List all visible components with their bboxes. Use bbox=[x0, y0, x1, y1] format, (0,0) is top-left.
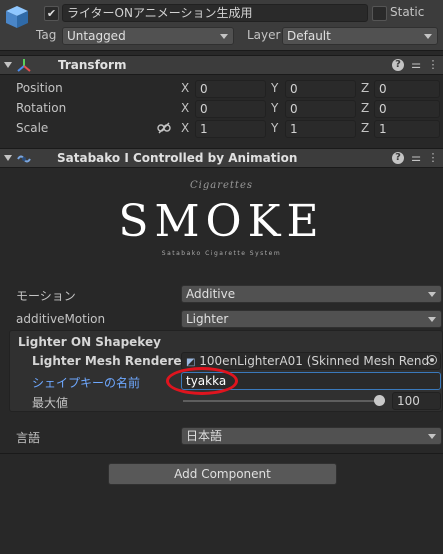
tag-dropdown[interactable]: Untagged bbox=[62, 27, 234, 45]
position-x-axis[interactable]: X bbox=[181, 81, 189, 95]
more-options-icon[interactable]: ⋮ bbox=[426, 151, 440, 165]
more-options-icon[interactable]: ⋮ bbox=[426, 58, 440, 72]
logo-subtitle: Satabako Cigarette System bbox=[161, 250, 282, 257]
annotation-circle bbox=[166, 367, 238, 395]
preset-icon[interactable]: ⚌ bbox=[409, 58, 423, 72]
scale-x-field[interactable]: 1 bbox=[195, 120, 266, 138]
help-icon[interactable]: ? bbox=[392, 59, 404, 71]
max-value-field[interactable]: 100 bbox=[392, 392, 441, 410]
foldout-arrow-icon[interactable] bbox=[4, 62, 12, 68]
active-checkbox[interactable]: ✔ bbox=[44, 6, 59, 21]
constrain-proportions-icon[interactable] bbox=[157, 121, 171, 135]
script-icon bbox=[17, 153, 31, 165]
max-value-slider[interactable] bbox=[183, 395, 385, 406]
preset-icon[interactable]: ⚌ bbox=[409, 151, 423, 165]
component-title: Satabako I Controlled by Animation bbox=[57, 151, 298, 165]
layer-label: Layer bbox=[247, 28, 281, 42]
tag-value: Untagged bbox=[67, 29, 126, 43]
max-value-label: 最大値 bbox=[32, 396, 69, 410]
logo-main-text: SMOKE bbox=[118, 196, 325, 247]
rotation-y-axis[interactable]: Y bbox=[271, 101, 278, 115]
chevron-down-icon bbox=[428, 434, 436, 439]
language-dropdown[interactable]: 日本語 bbox=[181, 427, 442, 445]
position-y-field[interactable]: 0 bbox=[285, 80, 356, 98]
scale-y-field[interactable]: 1 bbox=[285, 120, 356, 138]
motion-label: モーション bbox=[16, 289, 76, 303]
rotation-x-field[interactable]: 0 bbox=[195, 100, 266, 118]
lighter-mesh-renderer-field[interactable]: ◩ 100enLighterA01 (Skinned Mesh Rend bbox=[181, 352, 441, 370]
component-header[interactable]: Satabako I Controlled by Animation ? ⚌ ⋮ bbox=[0, 148, 443, 168]
scale-z-axis[interactable]: Z bbox=[361, 121, 369, 135]
scale-y-axis[interactable]: Y bbox=[271, 121, 278, 135]
position-z-field[interactable]: 0 bbox=[374, 80, 440, 98]
foldout-arrow-icon[interactable] bbox=[4, 155, 12, 161]
lighter-mesh-renderer-label: Lighter Mesh Renderer bbox=[32, 354, 188, 368]
motion-dropdown[interactable]: Additive bbox=[181, 285, 442, 303]
transform-icon bbox=[16, 58, 32, 74]
additive-motion-label: additiveMotion bbox=[16, 312, 106, 326]
position-label: Position bbox=[16, 81, 63, 95]
add-component-button[interactable]: Add Component bbox=[108, 463, 337, 485]
scale-label: Scale bbox=[16, 121, 49, 135]
help-icon[interactable]: ? bbox=[392, 152, 404, 164]
language-value: 日本語 bbox=[186, 429, 223, 443]
tag-label: Tag bbox=[36, 28, 57, 42]
additive-motion-dropdown[interactable]: Lighter bbox=[181, 310, 442, 328]
rotation-x-axis[interactable]: X bbox=[181, 101, 189, 115]
rotation-z-field[interactable]: 0 bbox=[374, 100, 440, 118]
language-label: 言語 bbox=[16, 431, 41, 445]
transform-header[interactable]: Transform ? ⚌ ⋮ bbox=[0, 55, 443, 75]
rotation-y-field[interactable]: 0 bbox=[285, 100, 356, 118]
rotation-z-axis[interactable]: Z bbox=[361, 101, 369, 115]
divider bbox=[0, 453, 443, 454]
slider-track bbox=[183, 400, 385, 402]
gameobject-name-field[interactable]: ライターONアニメーション生成用 bbox=[62, 4, 368, 22]
gameobject-cube-icon bbox=[4, 4, 30, 30]
object-picker-icon[interactable] bbox=[427, 355, 437, 365]
rotation-label: Rotation bbox=[16, 101, 67, 115]
chevron-down-icon bbox=[424, 34, 432, 39]
scale-z-field[interactable]: 1 bbox=[374, 120, 440, 138]
layer-value: Default bbox=[287, 29, 331, 43]
slider-thumb[interactable] bbox=[374, 395, 385, 406]
section-title: Lighter ON Shapekey bbox=[18, 335, 161, 349]
static-label: Static bbox=[390, 5, 425, 19]
static-checkbox[interactable] bbox=[372, 6, 387, 21]
position-x-field[interactable]: 0 bbox=[195, 80, 266, 98]
position-z-axis[interactable]: Z bbox=[361, 81, 369, 95]
lighter-mesh-renderer-value: 100enLighterA01 (Skinned Mesh Rend bbox=[199, 354, 430, 368]
shapekey-name-label: シェイプキーの名前 bbox=[32, 376, 141, 390]
scale-x-axis[interactable]: X bbox=[181, 121, 189, 135]
position-y-axis[interactable]: Y bbox=[271, 81, 278, 95]
chevron-down-icon bbox=[428, 317, 436, 322]
motion-value: Additive bbox=[186, 287, 236, 301]
additive-motion-value: Lighter bbox=[186, 312, 229, 326]
smoke-logo: Cigarettes SMOKE Satabako Cigarette Syst… bbox=[0, 178, 443, 268]
transform-title: Transform bbox=[58, 58, 127, 72]
layer-dropdown[interactable]: Default bbox=[282, 27, 438, 45]
chevron-down-icon bbox=[220, 34, 228, 39]
logo-script-text: Cigarettes bbox=[190, 180, 253, 191]
chevron-down-icon bbox=[428, 292, 436, 297]
gameobject-header: ✔ ライターONアニメーション生成用 Static Tag Untagged L… bbox=[0, 0, 443, 51]
